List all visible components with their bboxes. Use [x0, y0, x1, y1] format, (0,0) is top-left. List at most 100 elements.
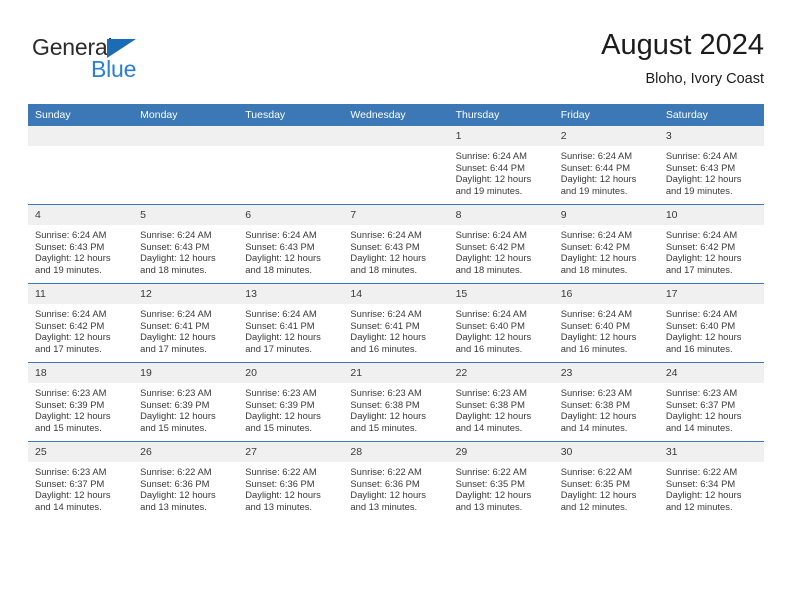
sunrise-text: Sunrise: 6:22 AM [140, 466, 212, 477]
daylight-text-line1: Daylight: 12 hours [560, 331, 637, 343]
day-details: Sunrise: 6:23 AM Sunset: 6:37 PM Daylight:… [659, 383, 764, 433]
calendar-day-cell[interactable]: 29 Sunrise: 6:22 AM Sunset: 6:35 PM Dayligh… [448, 441, 554, 520]
calendar-day-cell[interactable]: 13 Sunrise: 6:24 AM Sunset: 6:41 PM Dayligh… [238, 283, 344, 363]
calendar-day-cell[interactable]: 4 Sunrise: 6:24 AM Sunset: 6:43 PM Daylight… [28, 204, 134, 284]
calendar-week-row: 25 Sunrise: 6:23 AM Sunset: 6:37 PM Dayligh… [28, 441, 764, 520]
calendar-day-cell[interactable]: 24 Sunrise: 6:23 AM Sunset: 6:37 PM Dayligh… [658, 362, 764, 442]
sunset-text: Sunset: 6:40 PM [455, 319, 525, 331]
day-details: Sunrise: 6:24 AM Sunset: 6:43 PM Daylight:… [133, 225, 238, 275]
weekday-header-tuesday: Tuesday [238, 104, 344, 126]
daylight-text-line1: Daylight: 12 hours [245, 252, 321, 264]
sunset-text: Sunset: 6:34 PM [665, 477, 736, 489]
daylight-text-line1: Daylight: 12 hours [140, 252, 216, 264]
day-details: Sunrise: 6:24 AM Sunset: 6:42 PM Daylight:… [659, 225, 764, 275]
day-details: Sunrise: 6:23 AM Sunset: 6:38 PM Daylight:… [449, 383, 554, 433]
daylight-text-line1: Daylight: 12 hours [35, 252, 111, 264]
day-number: 1 [448, 126, 554, 146]
calendar-day-cell[interactable]: 14 Sunrise: 6:24 AM Sunset: 6:41 PM Dayligh… [343, 283, 449, 363]
calendar-day-cell[interactable]: 16 Sunrise: 6:24 AM Sunset: 6:40 PM Dayligh… [553, 283, 659, 363]
day-number: 24 [658, 363, 764, 383]
calendar-day-cell[interactable]: 2 Sunrise: 6:24 AM Sunset: 6:44 PM Daylight… [553, 126, 659, 205]
calendar-day-cell[interactable]: 7 Sunrise: 6:24 AM Sunset: 6:43 PM Daylight… [343, 204, 449, 284]
daylight-text-line2: and 12 minutes. [665, 500, 733, 512]
sunset-text: Sunset: 6:43 PM [35, 240, 105, 252]
daylight-text-line1: Daylight: 12 hours [140, 331, 216, 343]
generalblue-logo[interactable]: General Blue [32, 34, 202, 90]
calendar-day-cell-empty [133, 126, 239, 205]
calendar-day-cell[interactable]: 15 Sunrise: 6:24 AM Sunset: 6:40 PM Dayligh… [448, 283, 554, 363]
sunset-text: Sunset: 6:39 PM [245, 398, 315, 410]
calendar-day-cell[interactable]: 8 Sunrise: 6:24 AM Sunset: 6:42 PM Daylight… [448, 204, 554, 284]
sunset-text: Sunset: 6:43 PM [245, 240, 315, 252]
calendar-day-cell-empty [238, 126, 344, 205]
weekday-header-monday: Monday [133, 104, 239, 126]
calendar-day-cell[interactable]: 27 Sunrise: 6:22 AM Sunset: 6:36 PM Dayligh… [238, 441, 344, 520]
calendar-day-cell[interactable]: 18 Sunrise: 6:23 AM Sunset: 6:39 PM Dayligh… [28, 362, 134, 442]
calendar-day-cell[interactable]: 9 Sunrise: 6:24 AM Sunset: 6:42 PM Daylight… [553, 204, 659, 284]
day-details: Sunrise: 6:23 AM Sunset: 6:39 PM Daylight:… [133, 383, 238, 433]
calendar-day-cell[interactable]: 28 Sunrise: 6:22 AM Sunset: 6:36 PM Dayligh… [343, 441, 449, 520]
sunset-text: Sunset: 6:40 PM [665, 319, 736, 331]
calendar-day-cell[interactable]: 20 Sunrise: 6:23 AM Sunset: 6:39 PM Dayligh… [238, 362, 344, 442]
day-details: Sunrise: 6:23 AM Sunset: 6:37 PM Daylight:… [28, 462, 133, 512]
calendar-day-cell[interactable]: 12 Sunrise: 6:24 AM Sunset: 6:41 PM Dayligh… [133, 283, 239, 363]
sunrise-text: Sunrise: 6:22 AM [560, 466, 633, 477]
sunrise-text: Sunrise: 6:24 AM [665, 308, 738, 319]
daylight-text-line1: Daylight: 12 hours [350, 252, 426, 264]
day-number: 5 [133, 205, 239, 225]
calendar-day-cell[interactable]: 6 Sunrise: 6:24 AM Sunset: 6:43 PM Daylight… [238, 204, 344, 284]
calendar-day-cell[interactable]: 25 Sunrise: 6:23 AM Sunset: 6:37 PM Dayligh… [28, 441, 134, 520]
calendar-day-cell[interactable]: 5 Sunrise: 6:24 AM Sunset: 6:43 PM Daylight… [133, 204, 239, 284]
sunrise-text: Sunrise: 6:24 AM [245, 308, 317, 319]
sunrise-text: Sunrise: 6:22 AM [665, 466, 738, 477]
sunset-text: Sunset: 6:35 PM [560, 477, 631, 489]
calendar-day-cell[interactable]: 31 Sunrise: 6:22 AM Sunset: 6:34 PM Dayligh… [658, 441, 764, 520]
calendar-day-cell[interactable]: 23 Sunrise: 6:23 AM Sunset: 6:38 PM Dayligh… [553, 362, 659, 442]
day-number: 20 [238, 363, 344, 383]
calendar-day-cell[interactable]: 17 Sunrise: 6:24 AM Sunset: 6:40 PM Dayligh… [658, 283, 764, 363]
sunrise-text: Sunrise: 6:24 AM [245, 229, 317, 240]
daylight-text-line1: Daylight: 12 hours [455, 173, 532, 185]
calendar-day-cell[interactable]: 10 Sunrise: 6:24 AM Sunset: 6:42 PM Dayligh… [658, 204, 764, 284]
calendar-day-cell[interactable]: 19 Sunrise: 6:23 AM Sunset: 6:39 PM Dayligh… [133, 362, 239, 442]
sunrise-text: Sunrise: 6:24 AM [140, 308, 212, 319]
day-details: Sunrise: 6:24 AM Sunset: 6:42 PM Daylight:… [449, 225, 554, 275]
calendar-week-row: 11 Sunrise: 6:24 AM Sunset: 6:42 PM Dayligh… [28, 283, 764, 363]
daylight-text-line1: Daylight: 12 hours [665, 489, 742, 501]
sunrise-text: Sunrise: 6:23 AM [560, 387, 633, 398]
sunset-text: Sunset: 6:41 PM [350, 319, 420, 331]
calendar-day-cell[interactable]: 30 Sunrise: 6:22 AM Sunset: 6:35 PM Dayligh… [553, 441, 659, 520]
day-details: Sunrise: 6:22 AM Sunset: 6:36 PM Daylight:… [343, 462, 448, 512]
daylight-text-line1: Daylight: 12 hours [35, 331, 111, 343]
day-number: 18 [28, 363, 134, 383]
calendar-day-cell[interactable]: 11 Sunrise: 6:24 AM Sunset: 6:42 PM Dayligh… [28, 283, 134, 363]
daylight-text-line1: Daylight: 12 hours [455, 410, 532, 422]
day-number: 4 [28, 205, 134, 225]
daylight-text-line1: Daylight: 12 hours [245, 331, 321, 343]
daylight-text-line1: Daylight: 12 hours [455, 331, 532, 343]
daylight-text-line1: Daylight: 12 hours [350, 331, 426, 343]
daylight-text-line2: and 16 minutes. [350, 342, 418, 354]
day-number: 3 [658, 126, 764, 146]
daylight-text-line2: and 13 minutes. [140, 500, 207, 512]
day-details: Sunrise: 6:24 AM Sunset: 6:44 PM Daylight:… [554, 146, 659, 196]
day-details: Sunrise: 6:24 AM Sunset: 6:41 PM Daylight:… [343, 304, 448, 354]
sunset-text: Sunset: 6:43 PM [140, 240, 210, 252]
calendar-day-cell[interactable]: 3 Sunrise: 6:24 AM Sunset: 6:43 PM Daylight… [658, 126, 764, 205]
calendar-day-cell[interactable]: 26 Sunrise: 6:22 AM Sunset: 6:36 PM Dayligh… [133, 441, 239, 520]
calendar-day-cell[interactable]: 1 Sunrise: 6:24 AM Sunset: 6:44 PM Daylight… [448, 126, 554, 205]
calendar-day-cell[interactable]: 22 Sunrise: 6:23 AM Sunset: 6:38 PM Dayligh… [448, 362, 554, 442]
daylight-text-line2: and 13 minutes. [455, 500, 523, 512]
weekday-header-saturday: Saturday [658, 104, 764, 126]
calendar-day-cell[interactable]: 21 Sunrise: 6:23 AM Sunset: 6:38 PM Dayligh… [343, 362, 449, 442]
weekday-header-wednesday: Wednesday [343, 104, 449, 126]
sunrise-text: Sunrise: 6:23 AM [245, 387, 317, 398]
day-number [133, 126, 239, 146]
sunset-text: Sunset: 6:36 PM [245, 477, 315, 489]
logo-text-blue: Blue [91, 56, 137, 82]
day-number: 26 [133, 442, 239, 462]
sunset-text: Sunset: 6:38 PM [455, 398, 525, 410]
weekday-header-friday: Friday [553, 104, 659, 126]
sunrise-text: Sunrise: 6:24 AM [35, 229, 107, 240]
daylight-text-line2: and 18 minutes. [455, 263, 523, 275]
